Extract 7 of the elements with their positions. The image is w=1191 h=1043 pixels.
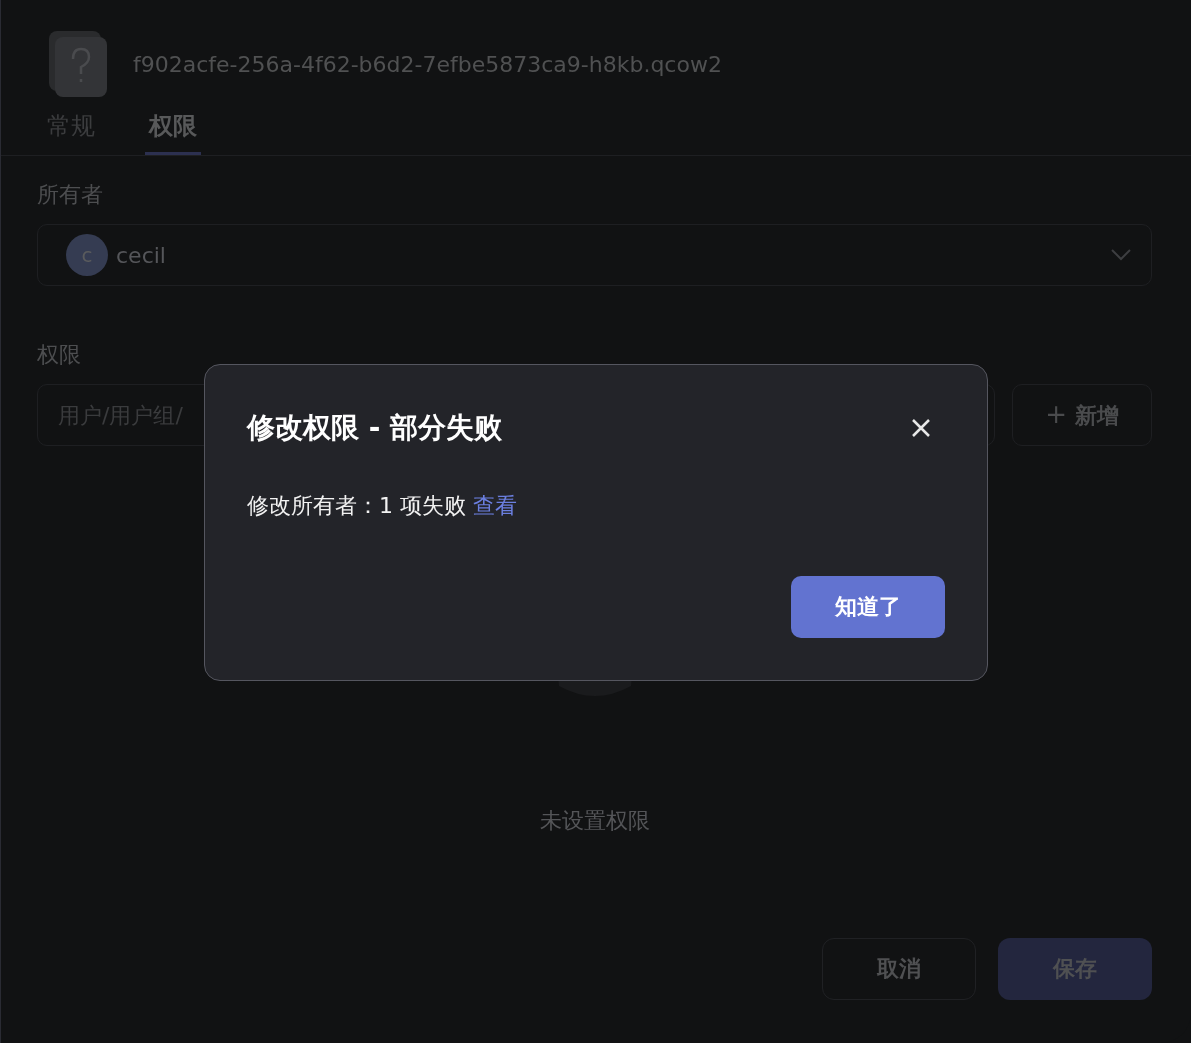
permissions-label: 权限 bbox=[37, 341, 82, 369]
dialog-title: 修改权限 - 部分失败 bbox=[247, 410, 503, 446]
owner-name: cecil bbox=[116, 242, 167, 268]
dialog-message: 修改所有者：1 项失败 bbox=[247, 493, 466, 518]
owner-label: 所有者 bbox=[37, 181, 104, 209]
file-name: f902acfe-256a-4f62-b6d2-7efbe5873ca9-h8kb.qcow2 bbox=[133, 51, 722, 77]
empty-state-text: 未设置权限 bbox=[539, 807, 650, 835]
